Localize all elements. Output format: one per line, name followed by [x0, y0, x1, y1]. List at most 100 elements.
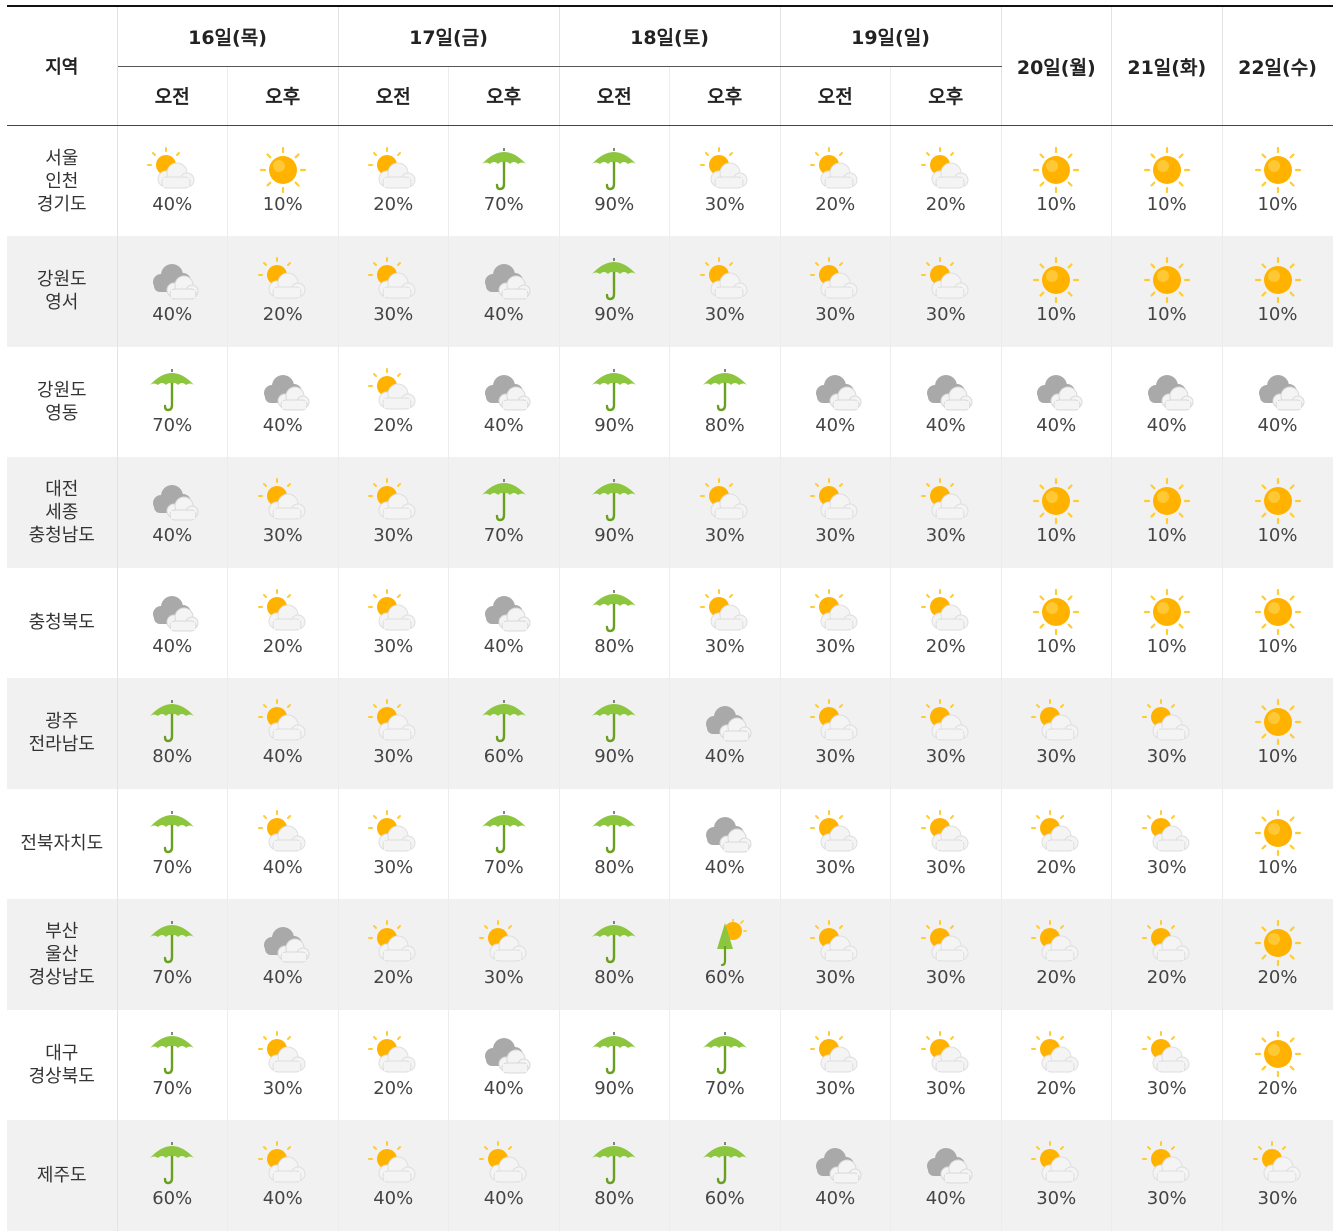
rain-umbrella-icon — [670, 1030, 780, 1078]
precipitation-probability: 40% — [815, 414, 856, 436]
precipitation-probability: 30% — [704, 304, 745, 326]
rain-umbrella-icon — [560, 146, 670, 194]
forecast-cell: 20% — [890, 567, 1002, 678]
partly-cloudy-icon — [1002, 919, 1112, 967]
forecast-cell: 30% — [780, 899, 891, 1010]
forecast-cell: 30% — [338, 457, 449, 568]
forecast-cell: 10% — [1222, 789, 1333, 900]
precipitation-probability: 20% — [373, 967, 414, 989]
rain-umbrella-icon — [118, 367, 228, 415]
day-header-20: 20일(월) — [1001, 5, 1112, 126]
day-header-18: 18일(토) — [559, 5, 781, 67]
forecast-cell: 80% — [669, 346, 781, 457]
precipitation-probability: 40% — [815, 1188, 856, 1210]
precipitation-probability: 10% — [1146, 635, 1187, 657]
forecast-cell: 40% — [448, 346, 560, 457]
forecast-cell: 20% — [1001, 899, 1112, 1010]
precipitation-probability: 40% — [262, 746, 303, 768]
partly-cloudy-icon — [891, 256, 1001, 304]
rain-umbrella-icon — [560, 1140, 670, 1188]
forecast-cell: 70% — [117, 788, 228, 899]
precipitation-probability: 80% — [594, 635, 635, 657]
region-name-line: 대전 — [45, 478, 79, 500]
partly-cloudy-icon — [891, 919, 1001, 967]
partly-cloudy-icon — [339, 809, 449, 857]
forecast-cell: 20% — [780, 125, 891, 236]
partly-cloudy-icon — [1002, 698, 1112, 746]
region-name-line: 인천 — [45, 170, 79, 192]
rain-umbrella-icon — [560, 477, 670, 525]
partly-cloudy-icon — [891, 477, 1001, 525]
rain-umbrella-icon — [118, 698, 228, 746]
precipitation-probability: 30% — [815, 856, 856, 878]
forecast-cell: 40% — [117, 457, 228, 568]
precipitation-probability: 40% — [1257, 414, 1298, 436]
partly-cloudy-icon — [228, 256, 338, 304]
rain-umbrella-icon — [670, 367, 780, 415]
rain-umbrella-icon — [118, 919, 228, 967]
partly-cloudy-icon — [449, 1140, 559, 1188]
precipitation-probability: 70% — [704, 1077, 745, 1099]
cloudy-icon — [228, 919, 338, 967]
partly-cloudy-icon — [670, 477, 780, 525]
forecast-cell: 70% — [117, 1009, 228, 1120]
precipitation-probability: 10% — [1036, 635, 1077, 657]
pm-header: 오후 — [227, 66, 339, 126]
am-header: 오전 — [338, 66, 449, 126]
partly-cloudy-icon — [781, 809, 891, 857]
region-column-header: 지역 — [7, 5, 118, 126]
region-name-line: 충청북도 — [28, 612, 95, 634]
forecast-cell: 30% — [890, 457, 1002, 568]
partly-cloudy-icon — [228, 1030, 338, 1078]
forecast-cell: 70% — [669, 1009, 781, 1120]
cloudy-icon — [1002, 367, 1112, 415]
forecast-cell: 30% — [780, 457, 891, 568]
rain-umbrella-icon — [449, 809, 559, 857]
sunny-icon — [1223, 809, 1333, 857]
forecast-cell: 10% — [1111, 567, 1223, 678]
cloudy-icon — [118, 477, 228, 525]
region-name: 광주 전라남도 — [7, 678, 118, 789]
region-name-line: 충청남도 — [28, 524, 95, 546]
partly-cloudy-icon — [339, 698, 449, 746]
precipitation-probability: 30% — [373, 746, 414, 768]
forecast-cell: 90% — [559, 346, 670, 457]
day-header-17: 17일(금) — [338, 5, 560, 67]
precipitation-probability: 30% — [925, 967, 966, 989]
partly-cloudy-icon — [781, 588, 891, 636]
precipitation-probability: 20% — [925, 635, 966, 657]
sunny-icon — [1002, 256, 1112, 304]
forecast-cell: 40% — [448, 236, 560, 347]
precipitation-probability: 40% — [262, 1188, 303, 1210]
precipitation-probability: 90% — [594, 414, 635, 436]
forecast-cell: 70% — [448, 457, 560, 568]
precipitation-probability: 30% — [815, 304, 856, 326]
partly-cloudy-icon — [449, 919, 559, 967]
region-name-line: 경상북도 — [28, 1065, 95, 1087]
sunny-icon — [1223, 919, 1333, 967]
forecast-cell: 40% — [338, 1120, 449, 1231]
table-row: 서울 인천 경기도 40% 10% 20% 70% 90% 30% 20% 20% 10% 10% 10% — [7, 125, 1333, 236]
precipitation-probability: 20% — [373, 194, 414, 215]
precipitation-probability: 30% — [815, 635, 856, 657]
precipitation-probability: 30% — [1146, 1188, 1187, 1210]
forecast-cell: 20% — [1001, 788, 1112, 899]
rain-umbrella-icon — [118, 1030, 228, 1078]
am-header: 오전 — [559, 66, 670, 126]
precipitation-probability: 40% — [262, 967, 303, 989]
cloudy-icon — [1112, 367, 1222, 415]
partly-cloudy-icon — [1002, 1030, 1112, 1078]
region-name-line: 경기도 — [36, 193, 87, 215]
precipitation-probability: 30% — [373, 856, 414, 878]
sunny-icon — [1223, 477, 1333, 525]
sunny-icon — [1223, 1030, 1333, 1078]
precipitation-probability: 80% — [594, 967, 635, 989]
forecast-cell: 40% — [1222, 347, 1333, 458]
forecast-cell: 90% — [559, 457, 670, 568]
sunny-icon — [1002, 146, 1112, 194]
sunny-icon — [1223, 588, 1333, 636]
forecast-cell: 30% — [890, 1009, 1002, 1120]
precipitation-probability: 70% — [152, 967, 193, 989]
forecast-cell: 30% — [780, 567, 891, 678]
precipitation-probability: 30% — [373, 304, 414, 326]
